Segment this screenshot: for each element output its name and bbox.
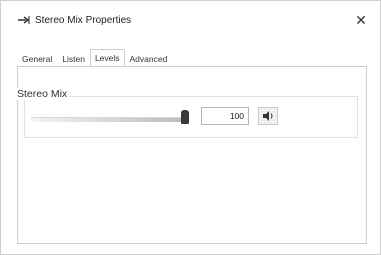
title-bar: Stereo Mix Properties ✕: [1, 1, 380, 39]
volume-slider-track[interactable]: [31, 117, 181, 122]
volume-slider-thumb[interactable]: [181, 110, 189, 124]
tab-listen[interactable]: Listen: [57, 51, 90, 66]
stereo-mix-group-label: Stereo Mix: [15, 88, 70, 100]
properties-dialog: Stereo Mix Properties ✕ General Listen L…: [0, 0, 381, 255]
tab-bar: General Listen Levels Advanced: [17, 49, 173, 67]
close-icon: ✕: [355, 12, 367, 28]
mute-button[interactable]: [258, 107, 278, 125]
levels-tab-panel: [17, 66, 367, 244]
tab-advanced[interactable]: Advanced: [125, 51, 173, 66]
stereo-mix-icon: [18, 16, 30, 24]
volume-value-field[interactable]: 100: [201, 107, 249, 125]
tab-levels[interactable]: Levels: [89, 49, 125, 67]
close-button[interactable]: ✕: [352, 11, 370, 29]
speaker-icon: [263, 111, 273, 121]
tab-general[interactable]: General: [17, 51, 57, 66]
window-title: Stereo Mix Properties: [35, 15, 132, 26]
